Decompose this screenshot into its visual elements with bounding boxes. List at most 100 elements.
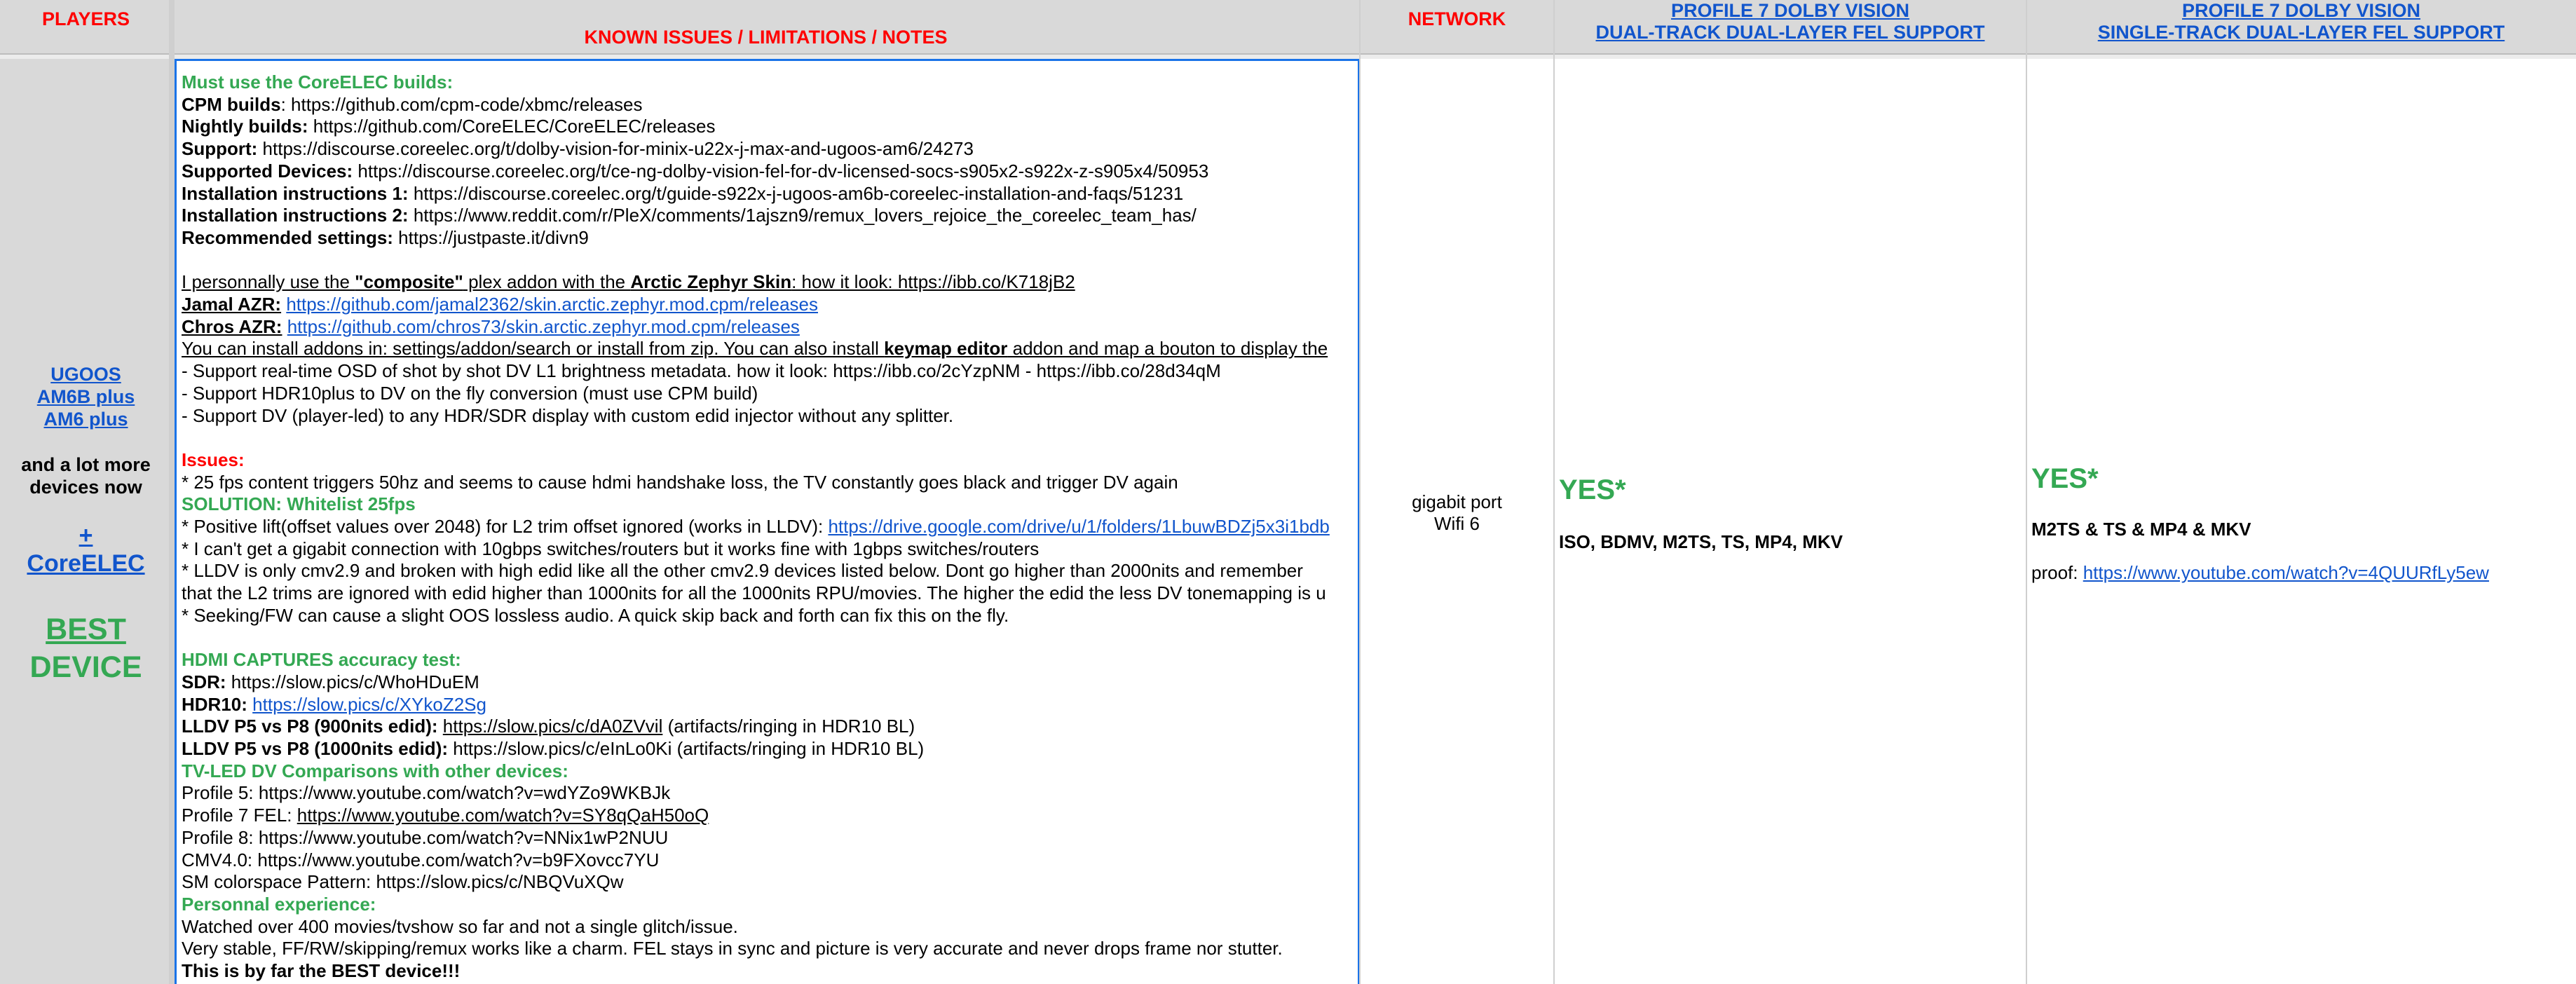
addon-text-1: You can install addons in: settings/addo… (182, 338, 885, 360)
issues-cell-wrapper: Must use the CoreELEC builds: CPM builds… (172, 59, 1360, 984)
network-header: NETWORK (1408, 8, 1506, 29)
network-column: NETWORK gigabit port Wifi 6 (1360, 0, 1554, 984)
installation-2-value: https://www.reddit.com/r/PleX/comments/1… (408, 205, 1197, 226)
solution-heading: SOLUTION: Whitelist 25fps (182, 493, 416, 515)
profile7-label: Profile 7 FEL: (182, 805, 297, 826)
network-header-cell[interactable]: NETWORK (1360, 0, 1554, 55)
sm-colorspace-line: SM colorspace Pattern: https://slow.pics… (182, 871, 624, 893)
use-text-1: I personnally use the (182, 271, 355, 293)
chros-azr-link[interactable]: https://github.com/chros73/skin.arctic.z… (287, 316, 800, 337)
cmv4-line: CMV4.0: https://www.youtube.com/watch?v=… (182, 849, 660, 870)
sdr-label: SDR: (182, 671, 226, 692)
plus-link[interactable]: + (0, 521, 172, 549)
column-divider (1359, 0, 1361, 984)
sdr-value: https://slow.pics/c/WhoHDuEM (226, 671, 479, 692)
cpm-builds-label: CPM builds (182, 93, 281, 115)
best-label: BEST (46, 613, 126, 646)
single-track-yes: YES* (2031, 463, 2099, 494)
lldv-issue-line-1: * LLDV is only cmv2.9 and broken with hi… (182, 560, 1303, 582)
single-track-cell[interactable]: YES* M2TS & TS & MP4 & MKV proof: https:… (2026, 59, 2576, 984)
lldv-issue-line-2: that the L2 trims are ignored with edid … (182, 582, 1326, 604)
am6b-plus-link[interactable]: AM6B plus (0, 385, 172, 408)
single-track-header-line-1[interactable]: PROFILE 7 DOLBY VISION (2026, 0, 2576, 22)
composite-addon-line: I personnally use the "composite" plex a… (182, 271, 1358, 294)
am6-plus-link[interactable]: AM6 plus (0, 408, 172, 430)
network-wifi: Wifi 6 (1434, 513, 1480, 534)
hdr10-link[interactable]: https://slow.pics/c/XYkoZ2Sg (252, 694, 486, 715)
installation-2-label: Installation instructions 2: (182, 205, 409, 226)
players-header: PLAYERS (41, 8, 130, 29)
profile5-line: Profile 5: https://www.youtube.com/watch… (182, 782, 671, 804)
single-track-header-cell[interactable]: PROFILE 7 DOLBY VISION SINGLE-TRACK DUAL… (2026, 0, 2576, 55)
recommended-settings-value: https://justpaste.it/divn9 (393, 226, 589, 248)
proof-link[interactable]: https://www.youtube.com/watch?v=4QUURfLy… (2083, 562, 2489, 583)
more-devices-text-2: devices now (29, 477, 142, 498)
tv-led-heading: TV-LED DV Comparisons with other devices… (182, 760, 568, 781)
cpm-builds-value: : https://github.com/cpm-code/xbmc/relea… (280, 93, 643, 115)
issues-header: KNOWN ISSUES / LIMITATIONS / NOTES (584, 27, 948, 48)
fps25-issue-line: * 25 fps content triggers 50hz and seems… (182, 471, 1178, 493)
jamal-azr-link[interactable]: https://github.com/jamal2362/skin.arctic… (286, 294, 818, 315)
gigabit-issue-line: * I can't get a gigabit connection with … (182, 538, 1040, 559)
stable-line: Very stable, FF/RW/skipping/remux works … (182, 938, 1283, 959)
positive-lift-link[interactable]: https://drive.google.com/drive/u/1/folde… (828, 516, 1329, 537)
addon-text-2: keymap editor (884, 338, 1008, 360)
dual-track-header-cell[interactable]: PROFILE 7 DOLBY VISION DUAL-TRACK DUAL-L… (1554, 0, 2026, 55)
more-devices-text-1: and a lot more (21, 454, 151, 475)
device-label: DEVICE (29, 650, 142, 684)
support-value: https://discourse.coreelec.org/t/dolby-v… (257, 138, 974, 160)
dual-track-header-line-1[interactable]: PROFILE 7 DOLBY VISION (1554, 0, 2026, 22)
issues-header-cell[interactable]: KNOWN ISSUES / LIMITATIONS / NOTES (172, 0, 1360, 55)
column-divider (169, 0, 175, 984)
lldv-900-label: LLDV P5 vs P8 (900nits edid): (182, 716, 438, 737)
hdr10-label: HDR10: (182, 693, 247, 715)
proof-label: proof: (2031, 562, 2083, 583)
personal-experience-heading: Personnal experience: (182, 893, 376, 915)
coreelec-link[interactable]: CoreELEC (0, 549, 172, 578)
osd-support-line: - Support real-time OSD of shot by shot … (182, 360, 1221, 382)
profile7-link[interactable]: https://www.youtube.com/watch?v=SY8qQaH5… (297, 805, 709, 826)
spreadsheet: PLAYERS UGOOS AM6B plus AM6 plus and a l… (0, 0, 2576, 984)
column-divider (1553, 0, 1555, 984)
player-led-support-line: - Support DV (player-led) to any HDR/SDR… (182, 404, 954, 426)
installation-1-value: https://discourse.coreelec.org/t/guide-s… (408, 182, 1184, 204)
proof-line: proof: https://www.youtube.com/watch?v=4… (2031, 562, 2489, 584)
issues-heading: Issues: (182, 449, 245, 470)
installation-1-label: Installation instructions 1: (182, 182, 409, 204)
supported-devices-value: https://discourse.coreelec.org/t/ce-ng-d… (353, 160, 1209, 182)
best-device-line: This is by far the BEST device!!! (182, 960, 461, 982)
profile8-line: Profile 8: https://www.youtube.com/watch… (182, 826, 669, 848)
use-text-5: : how it look: https://ibb.co/K718jB2 (791, 271, 1075, 293)
use-text-2: "composite" (355, 271, 463, 293)
hdmi-captures-heading: HDMI CAPTURES accuracy test: (182, 649, 461, 671)
lldv-1000-label: LLDV P5 vs P8 (1000nits edid): (182, 738, 449, 760)
players-header-cell[interactable]: PLAYERS (0, 0, 172, 55)
lldv-900-note: (artifacts/ringing in HDR10 BL) (662, 716, 915, 737)
use-text-3: plex addon with the (463, 271, 631, 293)
issues-cell[interactable]: Must use the CoreELEC builds: CPM builds… (175, 59, 1360, 984)
dual-track-formats: ISO, BDMV, M2TS, TS, MP4, MKV (1559, 531, 1843, 552)
single-track-column: PROFILE 7 DOLBY VISION SINGLE-TRACK DUAL… (2026, 0, 2576, 984)
network-gigabit: gigabit port (1412, 491, 1502, 512)
supported-devices-label: Supported Devices: (182, 160, 353, 182)
use-text-4: Arctic Zephyr Skin (630, 271, 792, 293)
single-track-header-line-2[interactable]: SINGLE-TRACK DUAL-LAYER FEL SUPPORT (2026, 22, 2576, 43)
dual-track-header-line-2[interactable]: DUAL-TRACK DUAL-LAYER FEL SUPPORT (1554, 22, 2026, 43)
network-cell[interactable]: gigabit port Wifi 6 (1360, 59, 1554, 984)
support-label: Support: (182, 138, 258, 160)
single-track-formats: M2TS & TS & MP4 & MKV (2031, 519, 2251, 540)
recommended-settings-label: Recommended settings: (182, 226, 393, 248)
addon-install-line: You can install addons in: settings/addo… (182, 338, 1358, 360)
dual-track-column: PROFILE 7 DOLBY VISION DUAL-TRACK DUAL-L… (1554, 0, 2026, 984)
dual-track-cell[interactable]: YES* ISO, BDMV, M2TS, TS, MP4, MKV (1554, 59, 2026, 984)
watched-line: Watched over 400 movies/tvshow so far an… (182, 915, 738, 937)
positive-lift-text: * Positive lift(offset values over 2048)… (182, 516, 829, 538)
must-use-heading: Must use the CoreELEC builds: (182, 71, 454, 93)
issues-column: KNOWN ISSUES / LIMITATIONS / NOTES Must … (172, 0, 1360, 984)
lldv-900-link[interactable]: https://slow.pics/c/dA0ZVvil (443, 716, 663, 737)
chros-azr-label: Chros AZR: (182, 315, 282, 337)
dual-track-yes: YES* (1559, 474, 1626, 505)
addon-text-3: addon and map a bouton to display the (1007, 338, 1328, 360)
ugoos-link[interactable]: UGOOS (0, 363, 172, 385)
players-cell[interactable]: UGOOS AM6B plus AM6 plus and a lot more … (0, 59, 172, 984)
